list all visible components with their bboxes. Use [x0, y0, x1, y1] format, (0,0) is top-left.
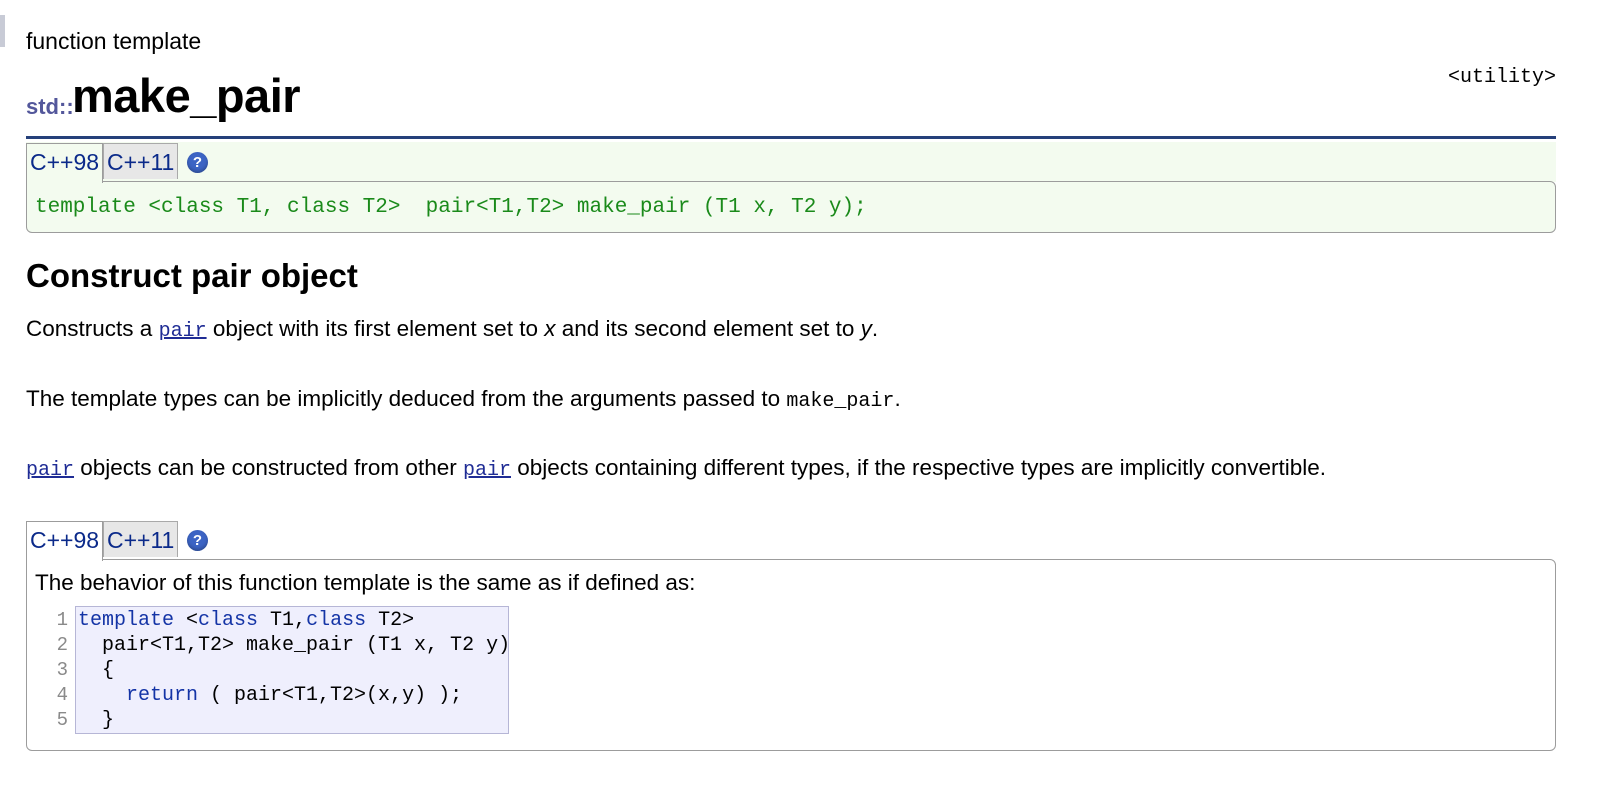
p2-text-before: The template types can be implicitly ded… [26, 386, 787, 411]
prototype-code: template <class T1, class T2> pair<T1,T2… [35, 196, 867, 219]
p1-text-middle: object with its first element set to [206, 316, 545, 341]
keyword: template [78, 609, 175, 632]
help-icon[interactable]: ? [187, 530, 208, 551]
line-number: 3 [56, 659, 68, 681]
help-icon[interactable]: ? [187, 152, 208, 173]
code-body: template <class T1,class T2> pair<T1,T2>… [75, 606, 511, 734]
section-heading: Construct pair object [26, 257, 358, 294]
code-text: T2> [366, 609, 415, 632]
pair-link[interactable]: pair [463, 459, 511, 482]
tab-cpp11[interactable]: C++11 [103, 521, 179, 557]
code-line: pair<T1,T2> make_pair (T1 x, T2 y) [78, 634, 511, 657]
namespace-label: std:: [26, 94, 74, 119]
keyword: class [306, 609, 367, 632]
prototype-box: template <class T1, class T2> pair<T1,T2… [26, 181, 1556, 233]
p1-text-before: Constructs a [26, 316, 159, 341]
page-title: make_pair [72, 69, 301, 122]
line-number: 4 [56, 684, 68, 706]
description-paragraph-1: Constructs a pair object with its first … [26, 314, 878, 347]
p1-text-mid2: and its second element set to [555, 316, 861, 341]
page-header: std:: make_pair <utility> [26, 64, 1556, 139]
header-file-label: <utility> [1447, 66, 1556, 89]
entity-kind: function template [26, 28, 202, 54]
description-paragraph-2: The template types can be implicitly ded… [26, 384, 901, 417]
keyword: return [126, 684, 199, 707]
inline-code-make-pair: make_pair [786, 390, 895, 413]
code-text: T1, [258, 609, 307, 632]
behavior-intro: The behavior of this function template i… [35, 570, 696, 595]
line-numbers: 1 2 3 4 5 [35, 606, 75, 734]
code-text: < [174, 609, 199, 632]
code-text: ( pair<T1,T2>(x,y) ); [198, 684, 463, 707]
pair-link[interactable]: pair [26, 459, 74, 482]
code-line: template <class T1,class T2> [78, 608, 506, 633]
p2-text-after: . [894, 386, 901, 411]
description-paragraph-3: pair objects can be constructed from oth… [26, 453, 1326, 486]
tab-cpp11[interactable]: C++11 [103, 143, 179, 179]
behavior-tab-bar: C++98 C++11 ? [26, 520, 1556, 561]
tab-cpp98[interactable]: C++98 [26, 143, 104, 183]
p1-text-after: . [871, 316, 879, 341]
keyword: class [198, 609, 259, 632]
code-line: { [78, 659, 115, 682]
p3-text-after: objects containing different types, if t… [510, 455, 1326, 480]
line-number: 2 [56, 634, 68, 656]
tab-cpp98[interactable]: C++98 [26, 521, 104, 561]
variable-y: y [860, 316, 872, 341]
behavior-box: The behavior of this function template i… [26, 559, 1556, 751]
line-number: 1 [56, 609, 68, 631]
line-number: 5 [56, 709, 68, 731]
variable-x: x [544, 316, 556, 341]
pair-link[interactable]: pair [159, 320, 207, 343]
p3-text-middle: objects can be constructed from other [74, 455, 463, 480]
prototype-tab-bar: C++98 C++11 ? [26, 142, 1556, 183]
left-margin-rule [0, 15, 5, 47]
code-line: } [78, 709, 115, 732]
code-line: return ( pair<T1,T2>(x,y) ); [78, 683, 506, 708]
code-example: 1 2 3 4 5 template <class T1,class T2> p… [35, 606, 511, 734]
